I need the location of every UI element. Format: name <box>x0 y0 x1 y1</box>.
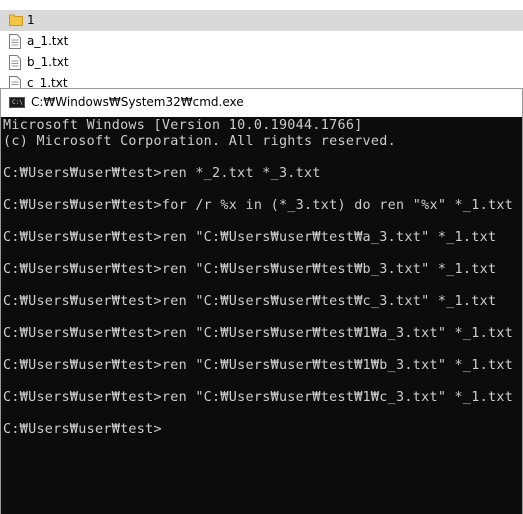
file-item-b_1[interactable]: b_1.txt <box>0 52 523 73</box>
file-item-a_1[interactable]: a_1.txt <box>0 31 523 52</box>
command-prompt-icon: C:\ <box>9 97 25 108</box>
console-line: C:₩Users₩user₩test>ren "C:₩Users₩user₩te… <box>3 390 514 405</box>
cmd-title-bar[interactable]: C:\ C:₩Windows₩System32₩cmd.exe <box>1 88 522 117</box>
console-line: Microsoft Windows [Version 10.0.19044.17… <box>3 118 363 133</box>
console-line: C:₩Users₩user₩test>ren *_2.txt *_3.txt <box>3 166 321 181</box>
console-line: (c) Microsoft Corporation. All rights re… <box>3 134 397 149</box>
file-name: b_1.txt <box>27 55 69 69</box>
console-output[interactable]: Microsoft Windows [Version 10.0.19044.17… <box>1 117 522 514</box>
text-file-icon <box>9 55 22 70</box>
file-name: 1 <box>27 13 35 27</box>
console-line: C:₩Users₩user₩test>ren "C:₩Users₩user₩te… <box>3 358 514 373</box>
console-line: C:₩Users₩user₩test>ren "C:₩Users₩user₩te… <box>3 230 497 245</box>
cmd-window[interactable]: C:\ C:₩Windows₩System32₩cmd.exe Microsof… <box>0 88 523 514</box>
command-prompt-icon-label: C:\ <box>12 99 23 106</box>
window-title: C:₩Windows₩System32₩cmd.exe <box>31 95 244 109</box>
console-line: C:₩Users₩user₩test>ren "C:₩Users₩user₩te… <box>3 294 497 309</box>
file-item-folder-1[interactable]: 1 <box>0 10 523 31</box>
text-file-icon <box>9 34 22 49</box>
console-prompt[interactable]: C:₩Users₩user₩test> <box>3 422 522 438</box>
console-line: C:₩Users₩user₩test>for /r %x in (*_3.txt… <box>3 198 514 213</box>
console-line: C:₩Users₩user₩test>ren "C:₩Users₩user₩te… <box>3 326 514 341</box>
console-line: C:₩Users₩user₩test>ren "C:₩Users₩user₩te… <box>3 262 497 277</box>
file-explorer-list: 1 a_1.txt b_1.txt c_1.txt <box>0 0 523 96</box>
file-name: a_1.txt <box>27 34 69 48</box>
folder-icon <box>9 13 23 28</box>
